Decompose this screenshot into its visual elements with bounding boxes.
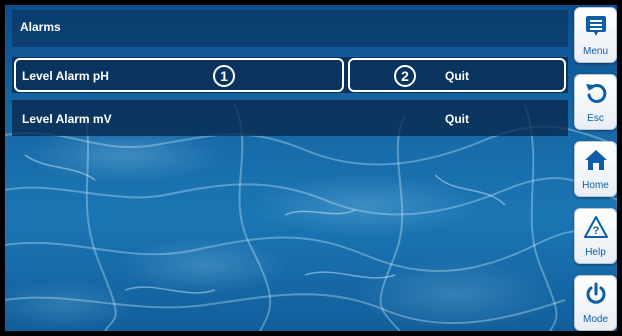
screen-frame: Alarms Level Alarm pH 1 2 Quit Level Ala… [5, 5, 617, 331]
alarm-item-ph[interactable]: Level Alarm pH 1 [14, 58, 344, 92]
quit-button-ph[interactable]: 2 Quit [348, 58, 566, 92]
alarm-label: Level Alarm mV [22, 112, 112, 126]
alarm-item-mv[interactable]: Level Alarm mV [14, 101, 344, 135]
mode-button[interactable]: Mode [574, 275, 617, 331]
mode-label: Mode [582, 314, 608, 325]
svg-text:?: ? [593, 225, 600, 237]
quit-button-mv[interactable]: Quit [348, 101, 566, 135]
menu-label: Menu [582, 46, 608, 57]
title-bar: Alarms [12, 10, 568, 47]
quit-label: Quit [445, 69, 469, 83]
callout-marker-1: 1 [213, 65, 235, 87]
esc-label: Esc [587, 113, 604, 124]
sidebar: Menu Esc Home ? Help Mode [574, 5, 617, 331]
alarm-row-ph: Level Alarm pH 1 2 Quit [12, 57, 568, 93]
undo-arrow-icon [586, 83, 607, 103]
alarm-row-mv: Level Alarm mV Quit [12, 100, 568, 136]
alarm-label: Level Alarm pH [22, 69, 109, 83]
alarm-panel: Alarms Level Alarm pH 1 2 Quit Level Ala… [12, 10, 568, 326]
menu-icon [586, 16, 606, 36]
help-label: Help [585, 247, 606, 258]
home-label: Home [582, 180, 609, 191]
page-title: Alarms [20, 20, 61, 34]
home-icon [585, 150, 607, 170]
home-button[interactable]: Home [574, 141, 617, 197]
quit-label: Quit [445, 112, 469, 126]
esc-button[interactable]: Esc [574, 74, 617, 130]
menu-button[interactable]: Menu [574, 7, 617, 63]
power-icon [586, 282, 606, 304]
help-button[interactable]: ? Help [574, 208, 617, 264]
help-warning-icon: ? [584, 216, 608, 238]
